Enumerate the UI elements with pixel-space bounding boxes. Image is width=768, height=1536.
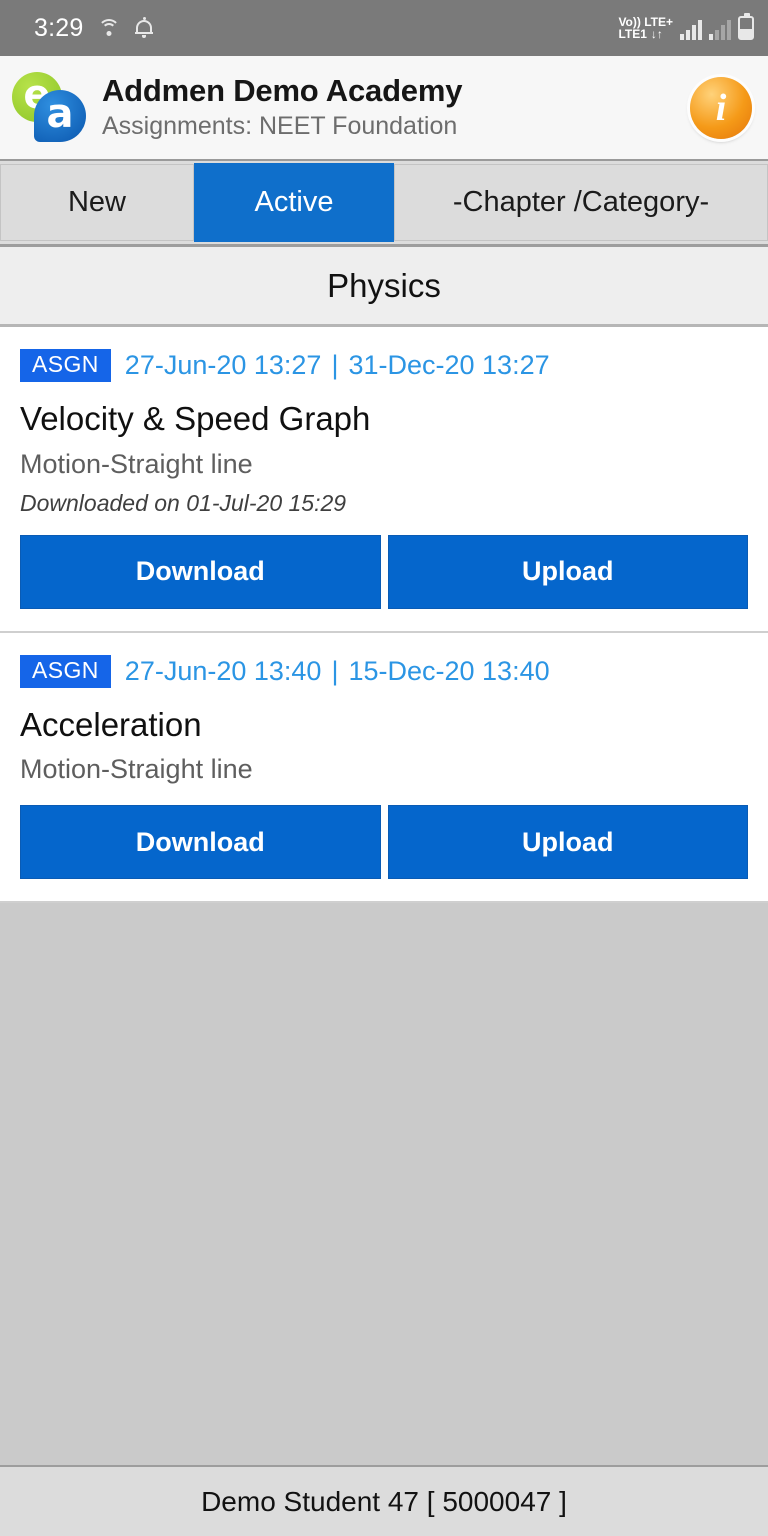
tab-active[interactable]: Active	[194, 163, 394, 242]
assignment-meta: ASGN 27-Jun-20 13:40 | 15-Dec-20 13:40	[20, 654, 748, 688]
footer-student-info: Demo Student 47 [ 5000047 ]	[0, 1465, 768, 1536]
subject-header: Physics	[0, 247, 768, 327]
volte-indicator: Vo)) LTE+ LTE1 ↓↑	[618, 16, 673, 40]
status-bar-left: 3:29	[34, 13, 154, 43]
assignment-meta: ASGN 27-Jun-20 13:27 | 31-Dec-20 13:27	[20, 349, 748, 383]
assignment-dates: 27-Jun-20 13:40 | 15-Dec-20 13:40	[125, 656, 550, 687]
assignment-chapter: Motion-Straight line	[20, 448, 253, 479]
assignment-card[interactable]: ASGN 27-Jun-20 13:27 | 31-Dec-20 13:27 Vel…	[0, 327, 768, 633]
wifi-icon	[97, 17, 121, 39]
page-subtitle: Assignments: NEET Foundation	[102, 111, 458, 140]
assignment-chapter: Motion-Straight line	[20, 754, 253, 785]
volte-label-bottom: LTE1	[618, 27, 647, 41]
upload-button[interactable]: Upload	[387, 534, 748, 609]
date-separator: |	[331, 350, 339, 381]
assignment-list: ASGN 27-Jun-20 13:27 | 31-Dec-20 13:27 Vel…	[0, 327, 768, 904]
status-bar-right: Vo)) LTE+ LTE1 ↓↑	[618, 13, 754, 40]
data-transfer-arrows-icon: ↓↑	[650, 27, 663, 41]
status-badge: ASGN	[20, 654, 111, 688]
download-button[interactable]: Download	[20, 805, 381, 880]
assignment-end-date: 31-Dec-20 13:27	[348, 350, 550, 381]
logo-letter-a: a	[46, 91, 74, 137]
notification-bell-icon	[135, 17, 154, 39]
app-header: e a Addmen Demo Academy Assignments: NEE…	[0, 56, 768, 161]
assignment-start-date: 27-Jun-20 13:27	[124, 350, 322, 381]
tab-bar: New Active -Chapter /Category-	[0, 161, 768, 247]
status-bar: 3:29 Vo)) LTE+ LTE1 ↓↑	[0, 0, 768, 56]
assignment-actions: Download Upload	[20, 805, 748, 880]
download-button[interactable]: Download	[20, 534, 381, 609]
status-badge: ASGN	[20, 349, 111, 383]
signal-bars-sim2-icon	[709, 18, 731, 40]
empty-content-area	[0, 903, 768, 1536]
academy-logo-icon: e a	[12, 70, 88, 146]
assignment-download-note: Downloaded on 01-Jul-20 15:29	[20, 489, 347, 516]
assignment-title: Velocity & Speed Graph	[20, 400, 371, 438]
assignment-title: Acceleration	[20, 705, 202, 743]
assignment-actions: Download Upload	[20, 534, 748, 609]
header-titles: Addmen Demo Academy Assignments: NEET Fo…	[88, 72, 690, 144]
assignment-end-date: 15-Dec-20 13:40	[348, 655, 550, 686]
assignment-start-date: 27-Jun-20 13:40	[124, 655, 322, 686]
status-clock: 3:29	[34, 13, 84, 42]
page-title: Addmen Demo Academy	[102, 72, 463, 108]
battery-icon	[738, 13, 754, 40]
tab-new[interactable]: New	[0, 164, 194, 241]
tab-chapter-category[interactable]: -Chapter /Category-	[394, 164, 768, 241]
info-icon[interactable]: i	[690, 76, 752, 139]
date-separator: |	[331, 655, 339, 686]
assignment-card[interactable]: ASGN 27-Jun-20 13:40 | 15-Dec-20 13:40 Acc…	[0, 632, 768, 904]
upload-button[interactable]: Upload	[387, 805, 748, 880]
assignment-dates: 27-Jun-20 13:27 | 31-Dec-20 13:27	[125, 350, 550, 381]
signal-bars-sim1-icon	[680, 18, 702, 40]
app-screen: 3:29 Vo)) LTE+ LTE1 ↓↑ e a Addmen Demo A…	[0, 0, 768, 1536]
